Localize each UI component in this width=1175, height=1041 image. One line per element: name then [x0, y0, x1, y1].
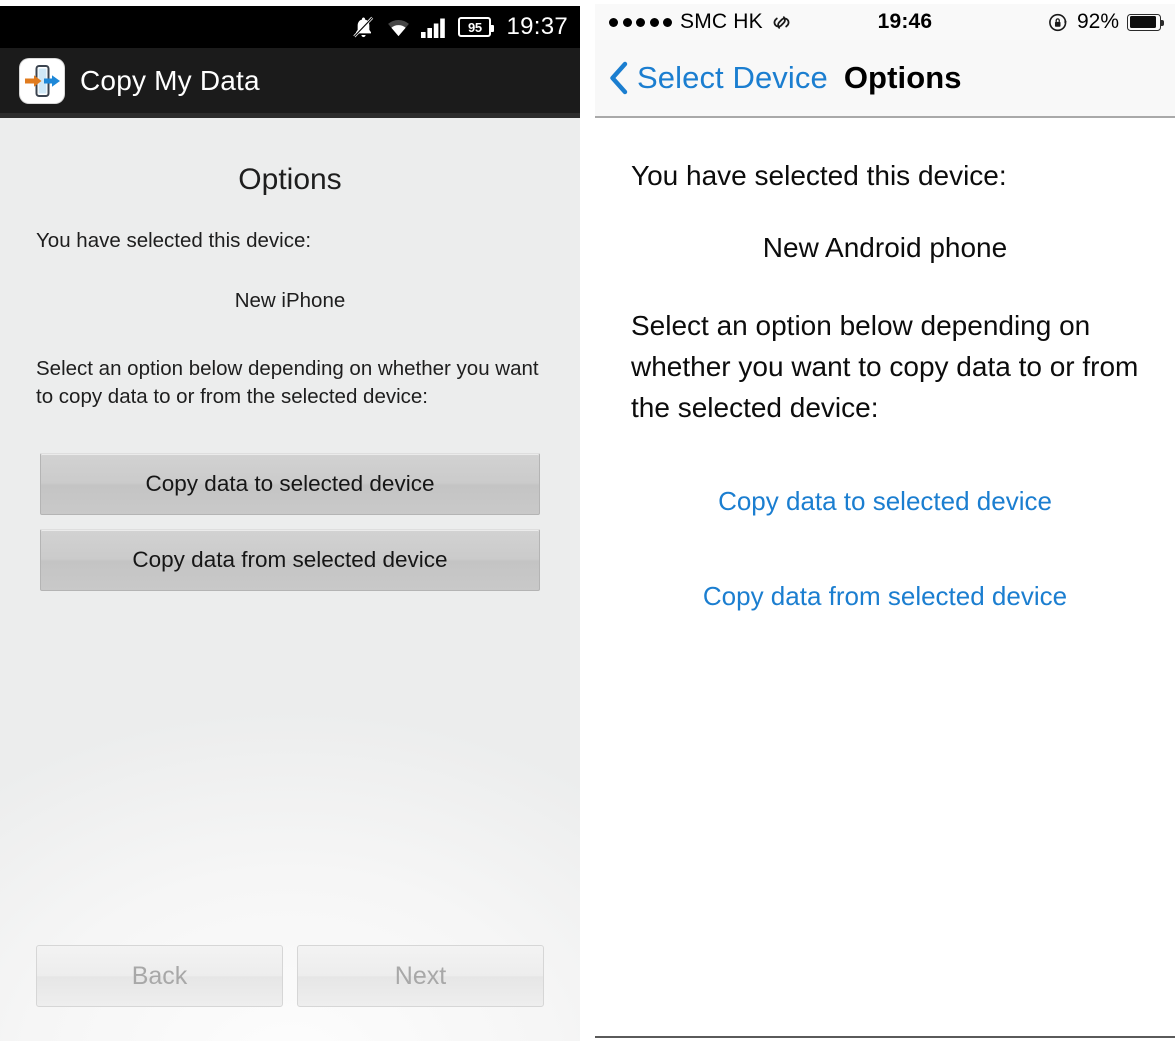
ios-status-right: 92%	[1048, 10, 1164, 34]
selected-device-label: You have selected this device:	[36, 229, 312, 252]
copy-data-from-device-link[interactable]: Copy data from selected device	[595, 581, 1175, 612]
rotation-lock-icon	[1049, 13, 1067, 31]
instructions-text: Select an option below depending on whet…	[631, 309, 1139, 423]
copy-data-to-device-link[interactable]: Copy data to selected device	[595, 486, 1175, 517]
ios-bottom-divider	[595, 1036, 1175, 1038]
ios-phone-screen: SMC HK 19:46 92% Select Device Options Y…	[595, 0, 1175, 1041]
android-status-icons: 95 19:37	[351, 13, 568, 41]
chevron-left-icon	[610, 61, 628, 95]
signal-bars-icon	[421, 18, 446, 38]
android-wizard-footer: Back Next	[0, 945, 580, 1007]
battery-level-label: 95	[468, 19, 482, 35]
selected-device-value: New Android phone	[762, 231, 1008, 263]
battery-icon	[1127, 13, 1164, 31]
ios-content-area: You have selected this device: New Andro…	[595, 120, 1175, 1034]
android-clock: 19:37	[506, 13, 568, 40]
carrier-label: SMC HK	[680, 10, 763, 33]
copy-data-to-device-button[interactable]: Copy data to selected device	[40, 452, 540, 515]
personal-hotspot-icon	[773, 15, 790, 29]
app-title: Copy My Data	[80, 64, 260, 96]
back-button[interactable]: Back	[36, 945, 283, 1007]
next-button[interactable]: Next	[297, 945, 544, 1007]
android-action-bar: Copy My Data	[0, 48, 580, 118]
copy-data-from-device-button[interactable]: Copy data from selected device	[40, 528, 540, 591]
dual-screenshot-stage: 95 19:37 Copy My Data Options You have s…	[0, 0, 1175, 1041]
selected-device-label: You have selected this device:	[631, 160, 1007, 191]
android-status-bar: 95 19:37	[0, 6, 580, 48]
battery-icon: 95	[458, 17, 495, 37]
back-to-select-device-button[interactable]: Select Device	[609, 60, 828, 96]
bell-muted-icon	[353, 16, 374, 37]
ios-status-bar: SMC HK 19:46 92%	[595, 4, 1175, 40]
selected-device-value: New iPhone	[234, 289, 346, 313]
signal-dots-icon	[609, 17, 672, 27]
back-button-label: Select Device	[637, 60, 828, 95]
page-title: Options	[843, 60, 962, 95]
ios-nav-bar: Select Device Options	[595, 40, 1175, 118]
copy-my-data-app-icon	[20, 58, 64, 103]
android-option-buttons: Copy data to selected device Copy data f…	[0, 452, 580, 591]
instructions-text: Select an option below depending on whet…	[36, 357, 539, 408]
android-phone-screen: 95 19:37 Copy My Data Options You have s…	[0, 0, 580, 1041]
battery-percent-label: 92%	[1076, 10, 1119, 33]
page-title: Options	[238, 163, 342, 196]
wifi-icon	[388, 20, 410, 37]
ios-clock: 19:46	[877, 10, 933, 33]
android-content-area: Options You have selected this device: N…	[0, 123, 580, 1041]
ios-status-left: SMC HK	[609, 10, 792, 34]
